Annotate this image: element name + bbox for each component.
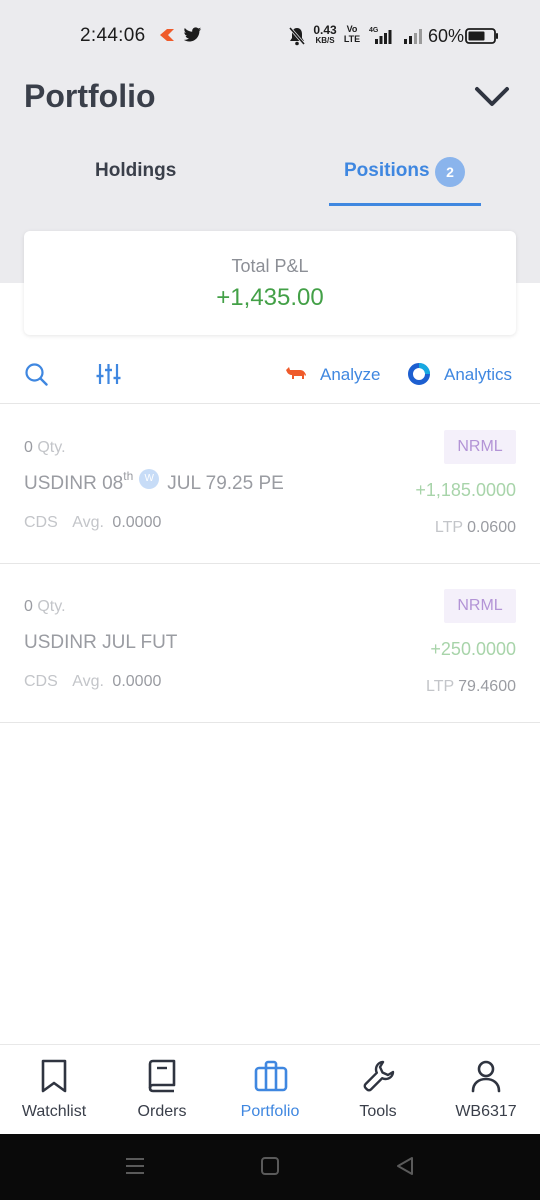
positions-toolbar: Analyze Analytics [0,352,540,404]
battery-percent: 60% [428,26,465,46]
twitter-icon [183,27,202,42]
position-exchange-avg: CDS Avg. 0.0000 [24,673,162,690]
nav-profile[interactable]: WB6317 [432,1045,540,1135]
position-symbol: USDINR 08th W JUL 79.25 PE [24,469,284,494]
weekly-expiry-badge: W [139,469,160,489]
status-time: 2:44:06 [80,25,146,46]
analytics-label: Analytics [444,365,513,384]
analytics-ring-icon [408,363,430,385]
home-icon[interactable] [260,1156,280,1176]
back-icon[interactable] [395,1156,415,1176]
position-qty: 0 Qty. [24,598,66,615]
position-pnl: +250.0000 [430,639,516,659]
total-pnl-card: Total P&L +1,435.00 [24,231,516,335]
battery-icon [465,28,498,44]
filter-sliders-icon[interactable] [96,362,121,386]
tab-holdings[interactable]: Holdings [80,144,190,206]
nav-tools[interactable]: Tools [324,1045,432,1135]
position-ltp: LTP 0.0600 [434,519,516,536]
svg-text:4G: 4G [369,27,379,34]
book-icon [148,1059,176,1093]
product-type-badge: NRML [444,430,516,464]
recent-apps-icon[interactable] [125,1156,145,1176]
app-notification-icon [160,29,174,41]
user-icon [471,1060,501,1093]
nav-orders[interactable]: Orders [108,1045,216,1135]
tab-positions-label: Positions [344,160,430,181]
position-row[interactable]: 0 Qty. USDINR JUL FUT CDS Avg. 0.0000 NR… [0,564,540,723]
nav-watchlist[interactable]: Watchlist [0,1045,108,1135]
position-pnl: +1,185.0000 [415,480,516,500]
page-title: Portfolio [24,78,156,114]
bell-muted-icon [288,27,306,46]
position-row[interactable]: 0 Qty. USDINR 08th W JUL 79.25 PE CDS Av… [0,405,540,564]
volte-indicator: Vo LTE [343,24,361,44]
position-symbol: USDINR JUL FUT [24,632,178,653]
network-speed: 0.43 KB/S [313,23,337,45]
nav-portfolio[interactable]: Portfolio [216,1045,324,1135]
tab-positions[interactable]: Positions 2 [329,144,481,206]
total-pnl-value: +1,435.00 [216,284,324,311]
bookmark-icon [41,1059,67,1093]
status-bar: 2:44:06 0.43 KB/S Vo LTE 4G 60% [0,0,540,72]
bull-icon [286,367,306,379]
product-type-badge: NRML [444,589,516,623]
position-qty: 0 Qty. [24,439,66,456]
bottom-navigation: Watchlist Orders Portfolio Tools WB6317 [0,1044,540,1134]
system-navigation-bar [0,1134,540,1200]
wrench-icon [363,1060,395,1092]
search-icon[interactable] [24,362,48,386]
analyze-label: Analyze [320,365,381,384]
chevron-down-icon [475,87,509,106]
account-switcher-button[interactable] [472,80,512,114]
positions-count-badge: 2 [435,157,465,187]
position-exchange-avg: CDS Avg. 0.0000 [24,514,162,531]
signal-4g-icon: 4G [369,27,392,44]
total-pnl-label: Total P&L [231,256,309,276]
briefcase-icon [254,1060,288,1092]
position-ltp: LTP 79.4600 [426,678,516,695]
tab-holdings-label: Holdings [95,160,177,181]
signal-icon [404,29,422,44]
